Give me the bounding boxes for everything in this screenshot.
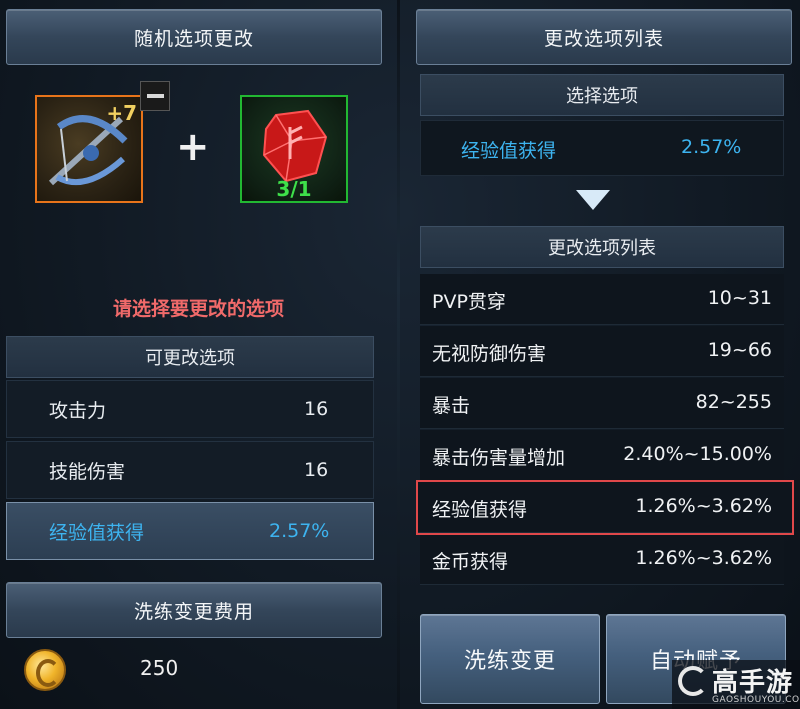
list-item-value: 2.40%~15.00% xyxy=(623,443,772,465)
selected-option-label: 经验值获得 xyxy=(461,140,557,162)
header-title: 随机选项更改 xyxy=(133,27,254,50)
option-row-attack[interactable]: 攻击力 16 xyxy=(6,380,374,438)
random-option-change-header: 随机选项更改 xyxy=(6,9,382,65)
site-watermark: 高手游 GAOSHOUYOU.COM xyxy=(672,660,800,709)
list-item-gold-gain: 金币获得 1.26%~3.62% xyxy=(420,534,784,585)
list-item-label: 金币获得 xyxy=(432,551,509,573)
list-item-critical-damage: 暴击伤害量增加 2.40%~15.00% xyxy=(420,430,784,481)
list-item-label: 暴击 xyxy=(432,395,471,417)
selected-option-title: 选择选项 xyxy=(420,74,784,116)
watermark-text: 高手游 xyxy=(712,668,794,698)
selected-option-row: 经验值获得 2.57% xyxy=(420,120,784,176)
enhance-level: +7 xyxy=(106,101,137,125)
weapon-slot[interactable]: +7 xyxy=(35,95,143,203)
list-item-label: PVP贯穿 xyxy=(432,291,506,313)
list-item-value: 19~66 xyxy=(707,339,772,361)
changeable-options-title-text: 可更改选项 xyxy=(145,348,235,369)
option-value: 16 xyxy=(304,398,329,420)
option-label: 经验值获得 xyxy=(49,521,145,544)
refine-cost-title: 洗练变更费用 xyxy=(133,600,254,623)
changeable-options-title: 可更改选项 xyxy=(6,336,374,378)
plus-icon: + xyxy=(176,124,210,170)
list-item-label: 暴击伤害量增加 xyxy=(432,447,566,469)
option-row-skill-damage[interactable]: 技能伤害 16 xyxy=(6,441,374,499)
list-item-critical: 暴击 82~255 xyxy=(420,378,784,429)
refine-change-button[interactable]: 洗练变更 xyxy=(420,614,600,704)
down-arrow-icon xyxy=(576,190,610,210)
refine-change-label: 洗练变更 xyxy=(463,649,556,674)
option-label: 攻击力 xyxy=(49,399,107,422)
option-value: 16 xyxy=(304,459,329,481)
list-item-label: 无视防御伤害 xyxy=(432,343,547,365)
refine-cost-header: 洗练变更费用 xyxy=(6,582,382,638)
change-list-title-text: 更改选项列表 xyxy=(548,238,656,259)
watermark-logo-icon xyxy=(678,666,708,696)
cost-value: 250 xyxy=(140,656,179,680)
remove-item-button[interactable] xyxy=(140,81,170,111)
gold-coin-icon xyxy=(24,649,66,691)
select-option-prompt: 请选择要更改的选项 xyxy=(112,298,284,320)
gem-count: 3/1 xyxy=(276,177,312,201)
option-row-exp-gain[interactable]: 经验值获得 2.57% xyxy=(6,502,374,560)
option-value: 2.57% xyxy=(269,520,330,542)
watermark-subtext: GAOSHOUYOU.COM xyxy=(712,695,800,705)
list-item-label: 经验值获得 xyxy=(432,499,528,521)
list-item-pvp-pierce: PVP贯穿 10~31 xyxy=(420,274,784,325)
header-title: 更改选项列表 xyxy=(543,27,664,50)
change-option-list-header: 更改选项列表 xyxy=(416,9,792,65)
list-item-value: 1.26%~3.62% xyxy=(635,547,772,569)
gem-slot[interactable]: 3/1 xyxy=(240,95,348,203)
panel-divider xyxy=(397,0,400,709)
list-item-value: 1.26%~3.62% xyxy=(635,495,772,517)
selected-option-value: 2.57% xyxy=(681,136,742,158)
list-item-value: 82~255 xyxy=(695,391,772,413)
selected-option-title-text: 选择选项 xyxy=(566,86,638,107)
list-item-value: 10~31 xyxy=(707,287,772,309)
change-list-title: 更改选项列表 xyxy=(420,226,784,268)
list-item-ignore-defense: 无视防御伤害 19~66 xyxy=(420,326,784,377)
list-item-exp-gain: 经验值获得 1.26%~3.62% xyxy=(418,482,792,533)
option-label: 技能伤害 xyxy=(49,460,126,483)
